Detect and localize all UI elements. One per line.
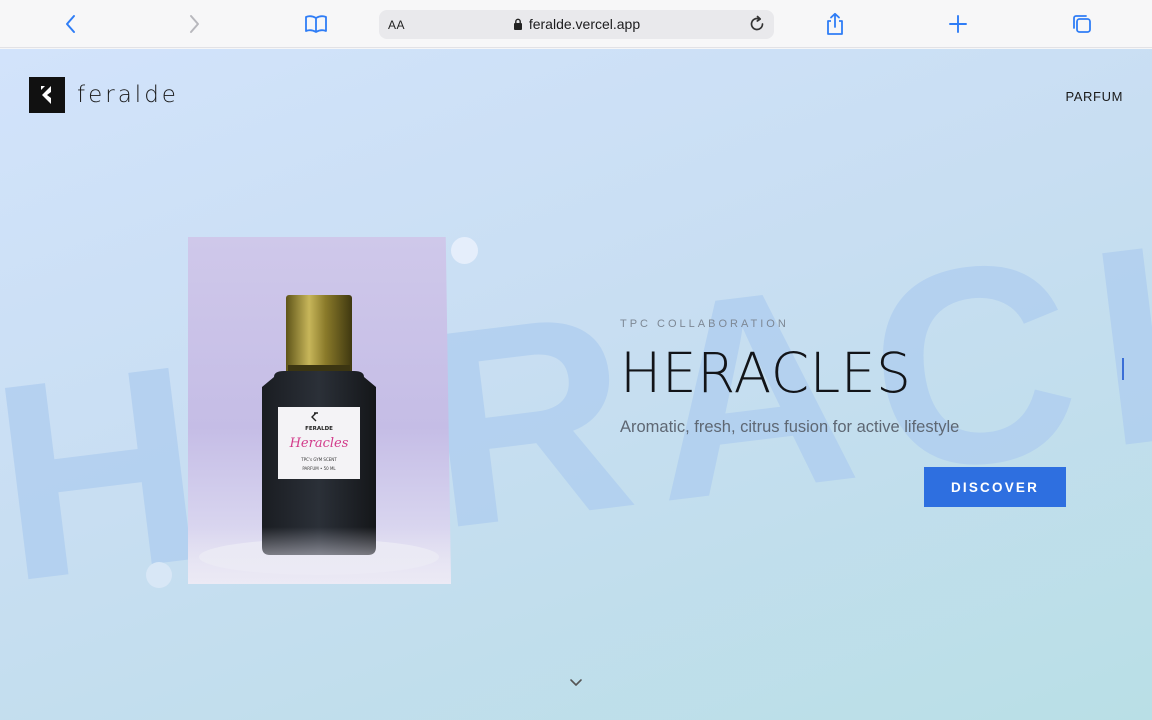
product-image: FERALDE Heracles TPC's GYM SCENT PARFUM … bbox=[188, 237, 451, 584]
svg-text:Heracles: Heracles bbox=[289, 436, 349, 451]
back-icon[interactable] bbox=[57, 10, 85, 38]
brand-name: feralde bbox=[77, 82, 179, 108]
svg-text:PARFUM • 50 ML: PARFUM • 50 ML bbox=[302, 466, 336, 471]
background-word: HERACLES bbox=[0, 122, 1152, 641]
decorative-dot bbox=[146, 562, 172, 588]
slide-indicator[interactable] bbox=[1122, 358, 1124, 380]
decorative-dot bbox=[451, 237, 478, 264]
nav-link-parfum[interactable]: PARFUM bbox=[1065, 89, 1123, 104]
new-tab-icon[interactable] bbox=[944, 10, 972, 38]
page: HERACLES feralde PARFUM FERALDE Heracles… bbox=[0, 49, 1152, 720]
forward-icon[interactable] bbox=[180, 10, 208, 38]
svg-text:TPC's GYM SCENT: TPC's GYM SCENT bbox=[300, 457, 337, 462]
reload-icon[interactable] bbox=[746, 13, 768, 35]
share-icon[interactable] bbox=[821, 10, 849, 38]
browser-toolbar: AA feralde.vercel.app bbox=[0, 0, 1152, 48]
bookmarks-icon[interactable] bbox=[302, 10, 330, 38]
address-bar[interactable]: AA feralde.vercel.app bbox=[379, 10, 774, 39]
url-text: feralde.vercel.app bbox=[528, 16, 641, 32]
url-display[interactable]: feralde.vercel.app bbox=[379, 16, 774, 32]
perfume-bottle: FERALDE Heracles TPC's GYM SCENT PARFUM … bbox=[188, 295, 451, 584]
background-word-text: HERACLES bbox=[0, 122, 1152, 641]
tabs-icon[interactable] bbox=[1068, 10, 1096, 38]
discover-button[interactable]: DISCOVER bbox=[924, 467, 1066, 507]
svg-text:FERALDE: FERALDE bbox=[305, 426, 333, 432]
hero-title: HERACLES bbox=[620, 341, 912, 405]
logo-icon bbox=[29, 77, 65, 113]
chevron-down-icon[interactable] bbox=[569, 675, 583, 686]
hero-tagline: Aromatic, fresh, citrus fusion for activ… bbox=[620, 418, 960, 436]
brand-logo[interactable]: feralde bbox=[29, 77, 179, 113]
lock-icon bbox=[513, 18, 522, 30]
hero-eyebrow: TPC COLLABORATION bbox=[620, 318, 789, 330]
